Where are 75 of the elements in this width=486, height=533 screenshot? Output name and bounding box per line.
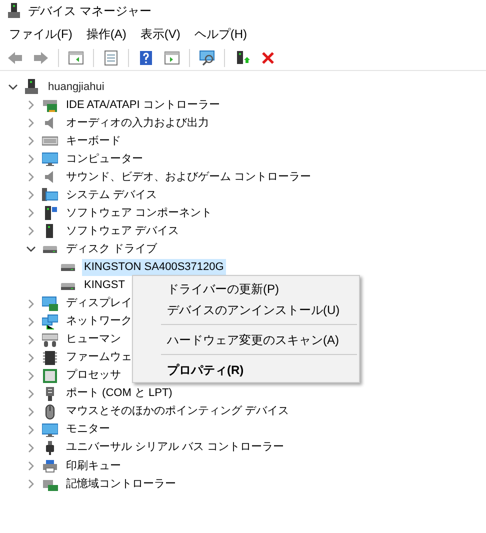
expand-toggle[interactable] [26, 388, 36, 399]
tree-item[interactable]: サウンド、ビデオ、およびゲーム コントローラー [64, 168, 314, 186]
tree-item[interactable]: 印刷キュー [64, 458, 123, 474]
device-puzzle-icon [42, 205, 58, 222]
expand-toggle[interactable] [26, 118, 36, 128]
tree-item[interactable]: プロセッサ [64, 367, 123, 384]
printer-icon [42, 458, 58, 474]
processor-icon [42, 368, 58, 384]
tree-item[interactable]: ネットワーク [64, 313, 134, 330]
menu-item[interactable]: ハードウェア変更のスキャン(A) [133, 329, 359, 350]
tree-item[interactable]: ファームウェ [64, 349, 134, 366]
expand-toggle[interactable] [26, 406, 36, 417]
collapse-toggle[interactable] [26, 244, 36, 254]
keyboard-mouse-icon [42, 332, 58, 348]
tree-item[interactable]: IDE ATA/ATAPI コントローラー [64, 96, 222, 114]
window-panel-icon [164, 50, 180, 66]
expand-toggle[interactable] [26, 226, 36, 236]
tree-item[interactable]: マウスとそのほかのポインティング デバイス [64, 403, 292, 420]
expand-toggle[interactable] [26, 370, 36, 381]
menu-item[interactable]: ドライバーの更新(P) [133, 278, 359, 299]
expand-toggle[interactable] [26, 461, 36, 471]
tree-item[interactable]: コンピューター [64, 150, 145, 168]
tree-item[interactable]: ユニバーサル シリアル バス コントローラー [64, 439, 286, 456]
expand-toggle[interactable] [26, 424, 36, 435]
tree-item[interactable]: ディスプレイ [64, 295, 134, 312]
monitor-search-icon [199, 50, 215, 66]
computer-icon [24, 79, 40, 96]
expand-toggle[interactable] [26, 208, 36, 218]
tree-item[interactable]: ソフトウェア コンポーネント [64, 204, 214, 222]
close-icon [260, 50, 276, 66]
collapse-toggle[interactable] [8, 82, 18, 92]
expand-toggle[interactable] [26, 479, 36, 490]
network-monitors-icon [42, 314, 58, 330]
menu-item[interactable]: デバイスのアンインストール(U) [133, 299, 359, 320]
expand-toggle[interactable] [26, 316, 36, 327]
tree-item[interactable]: ソフトウェア デバイス [64, 222, 182, 240]
menu-item[interactable]: ヘルプ(H) [187, 24, 254, 44]
expand-toggle[interactable] [26, 100, 36, 110]
tree-item[interactable]: ヒューマン [64, 331, 123, 348]
expand-toggle[interactable] [26, 298, 36, 309]
tree-item[interactable]: システム デバイス [64, 186, 160, 204]
chip-icon [42, 350, 58, 366]
device-update-icon [234, 50, 250, 66]
expand-toggle[interactable] [26, 334, 36, 345]
expand-toggle[interactable] [26, 136, 36, 146]
menu-item[interactable]: 操作(A) [79, 24, 134, 44]
tree-item[interactable]: KINGSTON SA400S37120G [82, 258, 226, 276]
monitor-card-icon [42, 296, 58, 312]
device-icon [8, 3, 20, 19]
expand-toggle[interactable] [26, 442, 36, 453]
tree-item[interactable]: ポート (COM と LPT) [64, 385, 174, 402]
expand-toggle[interactable] [26, 352, 36, 363]
document-icon [103, 50, 119, 66]
window-title: デバイス マネージャー [28, 3, 152, 20]
help-icon [138, 50, 154, 66]
tree-item[interactable]: 記憶域コントローラー [64, 476, 178, 493]
expand-toggle[interactable] [26, 190, 36, 200]
menu-item[interactable]: プロパティ(R) [133, 359, 359, 380]
back-arrow-icon [7, 50, 23, 66]
tree-item[interactable]: KINGST [82, 277, 127, 294]
monitor-icon [42, 422, 58, 438]
forward-arrow-icon [33, 50, 49, 66]
window-panel-icon [68, 50, 84, 66]
menu-item[interactable]: 表示(V) [133, 24, 188, 44]
tree-item[interactable]: ディスク ドライブ [64, 240, 160, 258]
expand-toggle[interactable] [26, 154, 36, 164]
expand-toggle[interactable] [26, 172, 36, 182]
tree-item[interactable]: オーディオの入力および出力 [64, 114, 211, 132]
tree-item[interactable]: huangjiahui [46, 78, 106, 96]
menu-item[interactable]: ファイル(F) [2, 24, 80, 44]
chip-card-icon [42, 97, 58, 114]
tree-item[interactable]: キーボード [64, 132, 123, 150]
computer-monitor-icon [42, 187, 58, 204]
tree-item[interactable]: モニター [64, 421, 112, 438]
monitor-icon [42, 151, 58, 168]
